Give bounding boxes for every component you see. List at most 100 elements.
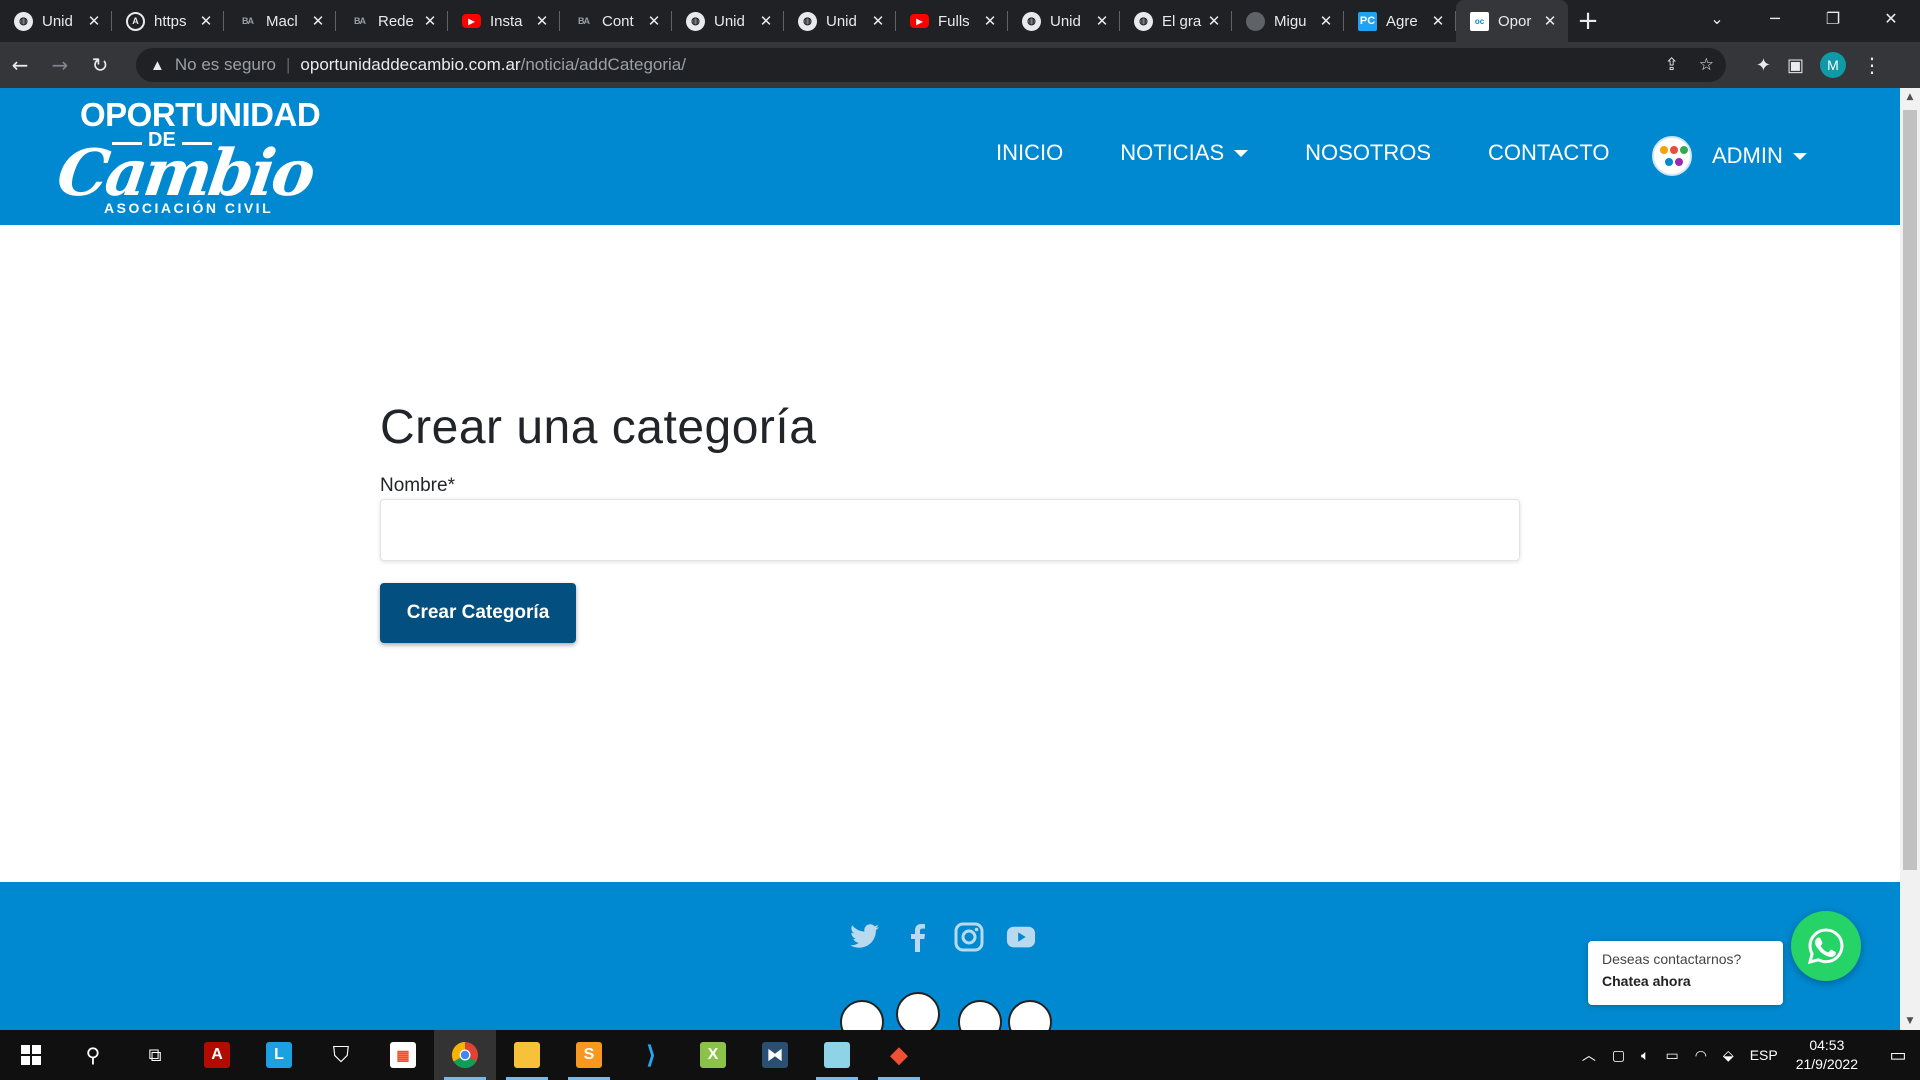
file-explorer-icon[interactable] <box>496 1030 558 1080</box>
task-view-icon[interactable]: ⧉ <box>124 1030 186 1080</box>
vscode-icon[interactable]: ⟩ <box>620 1030 682 1080</box>
scrollbar-thumb[interactable] <box>1903 110 1917 870</box>
mysql-workbench-icon[interactable]: ⧓ <box>744 1030 806 1080</box>
kid-head-shape <box>840 1000 884 1030</box>
menu-kebab-icon[interactable]: ⋮ <box>1862 53 1882 77</box>
avatar <box>1652 136 1692 176</box>
notes-app-icon[interactable] <box>806 1030 868 1080</box>
side-panel-icon[interactable]: ▣ <box>1787 55 1804 76</box>
browser-tab[interactable]: ▶ Fulls ✕ <box>896 0 1008 42</box>
show-hidden-icons-chevron-icon[interactable]: ︿ <box>1582 1045 1596 1065</box>
browser-tab[interactable]: Ahttps ✕ <box>112 0 224 42</box>
address-bar[interactable]: ▲ No es seguro | oportunidaddecambio.com… <box>136 48 1726 82</box>
close-tab-icon[interactable]: ✕ <box>86 12 102 30</box>
close-tab-icon[interactable]: ✕ <box>1094 12 1110 30</box>
share-icon[interactable]: ⇪ <box>1665 55 1679 75</box>
bookmark-star-icon[interactable]: ☆ <box>1699 55 1714 75</box>
page-scrollbar[interactable]: ▲ ▼ <box>1900 88 1920 1030</box>
browser-tab[interactable]: ◍ Unid ✕ <box>1008 0 1120 42</box>
close-tab-icon[interactable]: ✕ <box>1430 12 1446 30</box>
minimize-icon[interactable]: ─ <box>1746 0 1804 36</box>
page-title: Crear una categoría <box>380 401 817 454</box>
whatsapp-button[interactable] <box>1791 911 1861 981</box>
close-tab-icon[interactable]: ✕ <box>534 12 550 30</box>
volume-icon[interactable]: 🔈︎ <box>1641 1047 1649 1064</box>
close-tab-icon[interactable]: ✕ <box>1542 12 1558 30</box>
nav-noticias-dropdown[interactable]: NOTICIAS <box>1120 140 1249 166</box>
globe-icon: ◍ <box>798 11 817 31</box>
browser-tab[interactable]: BA Cont ✕ <box>560 0 672 42</box>
browser-tab[interactable]: ▶ Insta ✕ <box>448 0 560 42</box>
extensions-puzzle-icon[interactable]: ✦ <box>1756 55 1771 76</box>
user-menu-dropdown[interactable]: ADMIN <box>1652 136 1807 176</box>
browser-tab[interactable]: ◍ Unid ✕ <box>0 0 112 42</box>
browser-tab[interactable]: BA Macl ✕ <box>224 0 336 42</box>
dropbox-icon[interactable]: ⬙ <box>1723 1047 1734 1064</box>
xampp-app-icon[interactable]: X <box>682 1030 744 1080</box>
profile-avatar[interactable]: M <box>1820 52 1846 78</box>
close-tab-icon[interactable]: ✕ <box>982 12 998 30</box>
close-tab-icon[interactable]: ✕ <box>422 12 438 30</box>
notifications-icon[interactable]: ▭ <box>1876 1030 1920 1080</box>
browser-tab[interactable]: Migu ✕ <box>1232 0 1344 42</box>
close-tab-icon[interactable]: ✕ <box>1318 12 1334 30</box>
close-tab-icon[interactable]: ✕ <box>646 12 662 30</box>
l-app-icon[interactable]: L <box>248 1030 310 1080</box>
tab-search-icon[interactable]: ⌄ <box>1688 0 1746 36</box>
acrobat-app-icon[interactable]: A <box>186 1030 248 1080</box>
site-logo[interactable]: OPORTUNIDAD DE Cambio ASOCIACIÓN CIVIL <box>53 96 321 218</box>
browser-tab[interactable]: ◍ Unid ✕ <box>672 0 784 42</box>
nav-label: NOSOTROS <box>1305 140 1432 165</box>
store-app-icon[interactable]: ▦ <box>372 1030 434 1080</box>
nav-contacto[interactable]: CONTACTO <box>1488 140 1609 166</box>
forward-icon[interactable]: → <box>40 45 80 85</box>
search-icon[interactable]: ⚲ <box>62 1030 124 1080</box>
whatsapp-chat-bubble[interactable]: Deseas contactarnos? Chatea ahora <box>1588 941 1783 1005</box>
logo-line: ASOCIACIÓN CIVIL <box>104 200 274 216</box>
main-content: Crear una categoría Nombre* Crear Catego… <box>380 400 1520 643</box>
url-host[interactable]: oportunidaddecambio.com.ar <box>300 55 520 75</box>
wifi-icon[interactable]: ◠ <box>1695 1047 1707 1064</box>
close-window-icon[interactable]: ✕ <box>1862 0 1920 36</box>
browser-tab[interactable]: ◍ Unid ✕ <box>784 0 896 42</box>
warning-icon[interactable]: ▲ <box>150 57 165 74</box>
close-tab-icon[interactable]: ✕ <box>1206 12 1222 30</box>
new-tab-button[interactable]: + <box>1568 0 1608 42</box>
twitter-icon[interactable] <box>850 922 880 952</box>
back-icon[interactable]: ← <box>0 45 40 85</box>
youtube-icon[interactable] <box>1006 922 1036 952</box>
caret-down-icon <box>1234 149 1249 157</box>
browser-tab-bar: ◍ Unid ✕ Ahttps ✕ BA Macl ✕ BA Rede ✕ ▶ Insta ✕ B… <box>0 0 1920 42</box>
security-label[interactable]: No es seguro <box>175 55 276 75</box>
nav-nosotros[interactable]: NOSOTROS <box>1305 140 1431 166</box>
scroll-up-arrow-icon[interactable]: ▲ <box>1900 88 1920 106</box>
sublime-text-icon[interactable]: S <box>558 1030 620 1080</box>
scroll-down-arrow-icon[interactable]: ▼ <box>1900 1012 1920 1030</box>
browser-tab-active[interactable]: oc Opor ✕ <box>1456 0 1568 42</box>
browser-tab[interactable]: PC Agre ✕ <box>1344 0 1456 42</box>
facebook-icon[interactable] <box>902 922 932 952</box>
close-tab-icon[interactable]: ✕ <box>310 12 326 30</box>
nav-inicio[interactable]: INICIO <box>996 140 1063 166</box>
chrome-app-icon[interactable] <box>434 1030 496 1080</box>
meet-now-icon[interactable]: ▢ <box>1612 1047 1625 1064</box>
security-shield-icon[interactable]: ⛉ <box>310 1030 372 1080</box>
instagram-icon[interactable] <box>954 922 984 952</box>
close-tab-icon[interactable]: ✕ <box>870 12 886 30</box>
ba-icon: BA <box>242 16 254 26</box>
start-button[interactable] <box>0 1030 62 1080</box>
browser-tab[interactable]: ◍ El gra ✕ <box>1120 0 1232 42</box>
restore-icon[interactable]: ❐ <box>1804 0 1862 36</box>
git-app-icon[interactable]: ◆ <box>868 1030 930 1080</box>
close-tab-icon[interactable]: ✕ <box>198 12 214 30</box>
create-category-button[interactable]: Crear Categoría <box>380 583 576 643</box>
reload-icon[interactable]: ↻ <box>80 45 120 85</box>
name-input[interactable] <box>380 499 1520 561</box>
battery-icon[interactable]: ▭ <box>1665 1047 1678 1064</box>
close-tab-icon[interactable]: ✕ <box>758 12 774 30</box>
taskbar-clock[interactable]: 04:53 21/9/2022 <box>1796 1036 1858 1074</box>
clock-date: 21/9/2022 <box>1795 1056 1858 1072</box>
url-path[interactable]: /noticia/addCategoria/ <box>521 55 686 75</box>
browser-tab[interactable]: BA Rede ✕ <box>336 0 448 42</box>
language-indicator[interactable]: ESP <box>1750 1047 1778 1063</box>
